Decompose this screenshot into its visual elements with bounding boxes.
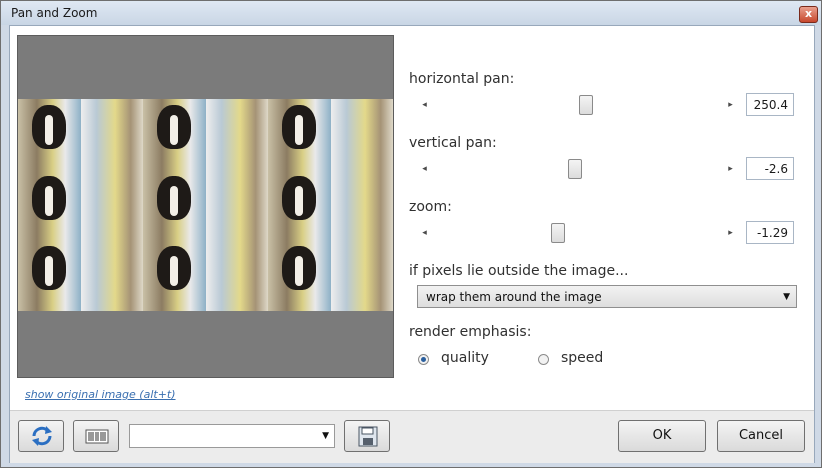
dog-shape	[32, 246, 66, 291]
outside-pixels-label: if pixels lie outside the image...	[409, 263, 629, 279]
dialog-body: horizontal pan: ◂ ▸ 250.4 vertical pan: …	[9, 25, 815, 463]
image-tile	[143, 169, 206, 241]
tiled-image	[18, 99, 393, 312]
speed-radio-label[interactable]: speed	[561, 350, 603, 366]
image-tile	[143, 240, 206, 312]
image-preview[interactable]	[17, 35, 394, 378]
floppy-disk-icon	[358, 426, 378, 447]
save-preset-button[interactable]	[344, 420, 390, 452]
chevron-down-icon: ▼	[783, 292, 790, 302]
cancel-button[interactable]: Cancel	[717, 420, 805, 452]
title-bar: Pan and Zoom x	[1, 1, 821, 25]
image-tile	[80, 240, 143, 312]
image-tile	[268, 240, 331, 312]
window-title: Pan and Zoom	[11, 6, 98, 20]
preset-dropdown[interactable]: ▼	[129, 424, 335, 448]
image-tile	[205, 99, 268, 170]
slider-left-arrow-icon[interactable]: ◂	[420, 163, 429, 175]
barcode-icon	[85, 429, 109, 444]
dog-shape	[32, 175, 66, 220]
vertical-pan-slider[interactable]: ◂ ▸	[417, 159, 738, 179]
dog-shape	[157, 246, 191, 291]
chevron-down-icon: ▼	[322, 431, 329, 441]
image-tile	[205, 240, 268, 312]
pan-zoom-dialog: Pan and Zoom x horizontal pan: ◂ ▸ 250.4…	[0, 0, 822, 468]
randomize-button[interactable]	[73, 420, 119, 452]
image-tile	[330, 240, 393, 312]
outside-pixels-selected: wrap them around the image	[426, 290, 602, 304]
quality-radio[interactable]	[418, 354, 429, 365]
zoom-label: zoom:	[409, 199, 452, 215]
zoom-value[interactable]: -1.29	[746, 221, 794, 244]
horizontal-pan-slider[interactable]: ◂ ▸	[417, 95, 738, 115]
slider-left-arrow-icon[interactable]: ◂	[420, 227, 429, 239]
speed-radio[interactable]	[538, 354, 549, 365]
vertical-pan-label: vertical pan:	[409, 135, 497, 151]
radio-selected-dot	[421, 357, 426, 362]
close-icon: x	[804, 7, 813, 20]
slider-right-arrow-icon[interactable]: ▸	[726, 163, 735, 175]
dog-shape	[157, 105, 191, 149]
slider-right-arrow-icon[interactable]: ▸	[726, 99, 735, 111]
image-tile	[205, 169, 268, 241]
refresh-icon	[32, 426, 52, 446]
ok-button[interactable]: OK	[618, 420, 706, 452]
image-tile	[80, 169, 143, 241]
image-tile	[330, 169, 393, 241]
show-original-link[interactable]: show original image (alt+t)	[25, 388, 176, 401]
dog-shape	[282, 246, 316, 291]
slider-right-arrow-icon[interactable]: ▸	[726, 227, 735, 239]
image-tile	[268, 99, 331, 170]
image-tile	[18, 99, 81, 170]
image-tile	[18, 240, 81, 312]
image-tile	[80, 99, 143, 170]
close-button[interactable]: x	[799, 6, 818, 23]
slider-thumb[interactable]	[567, 159, 582, 179]
slider-left-arrow-icon[interactable]: ◂	[420, 99, 429, 111]
dog-shape	[282, 175, 316, 220]
slider-thumb[interactable]	[578, 95, 593, 115]
zoom-slider[interactable]: ◂ ▸	[417, 223, 738, 243]
dog-shape	[157, 175, 191, 220]
image-tile	[18, 169, 81, 241]
dog-shape	[32, 105, 66, 149]
horizontal-pan-value[interactable]: 250.4	[746, 93, 794, 116]
reset-button[interactable]	[18, 420, 64, 452]
dog-shape	[282, 105, 316, 149]
image-tile	[143, 99, 206, 170]
image-tile	[330, 99, 393, 170]
vertical-pan-value[interactable]: -2.6	[746, 157, 794, 180]
slider-thumb[interactable]	[550, 223, 565, 243]
render-emphasis-label: render emphasis:	[409, 324, 532, 340]
quality-radio-label[interactable]: quality	[441, 350, 489, 366]
outside-pixels-dropdown[interactable]: wrap them around the image ▼	[417, 285, 797, 308]
horizontal-pan-label: horizontal pan:	[409, 71, 515, 87]
image-tile	[268, 169, 331, 241]
